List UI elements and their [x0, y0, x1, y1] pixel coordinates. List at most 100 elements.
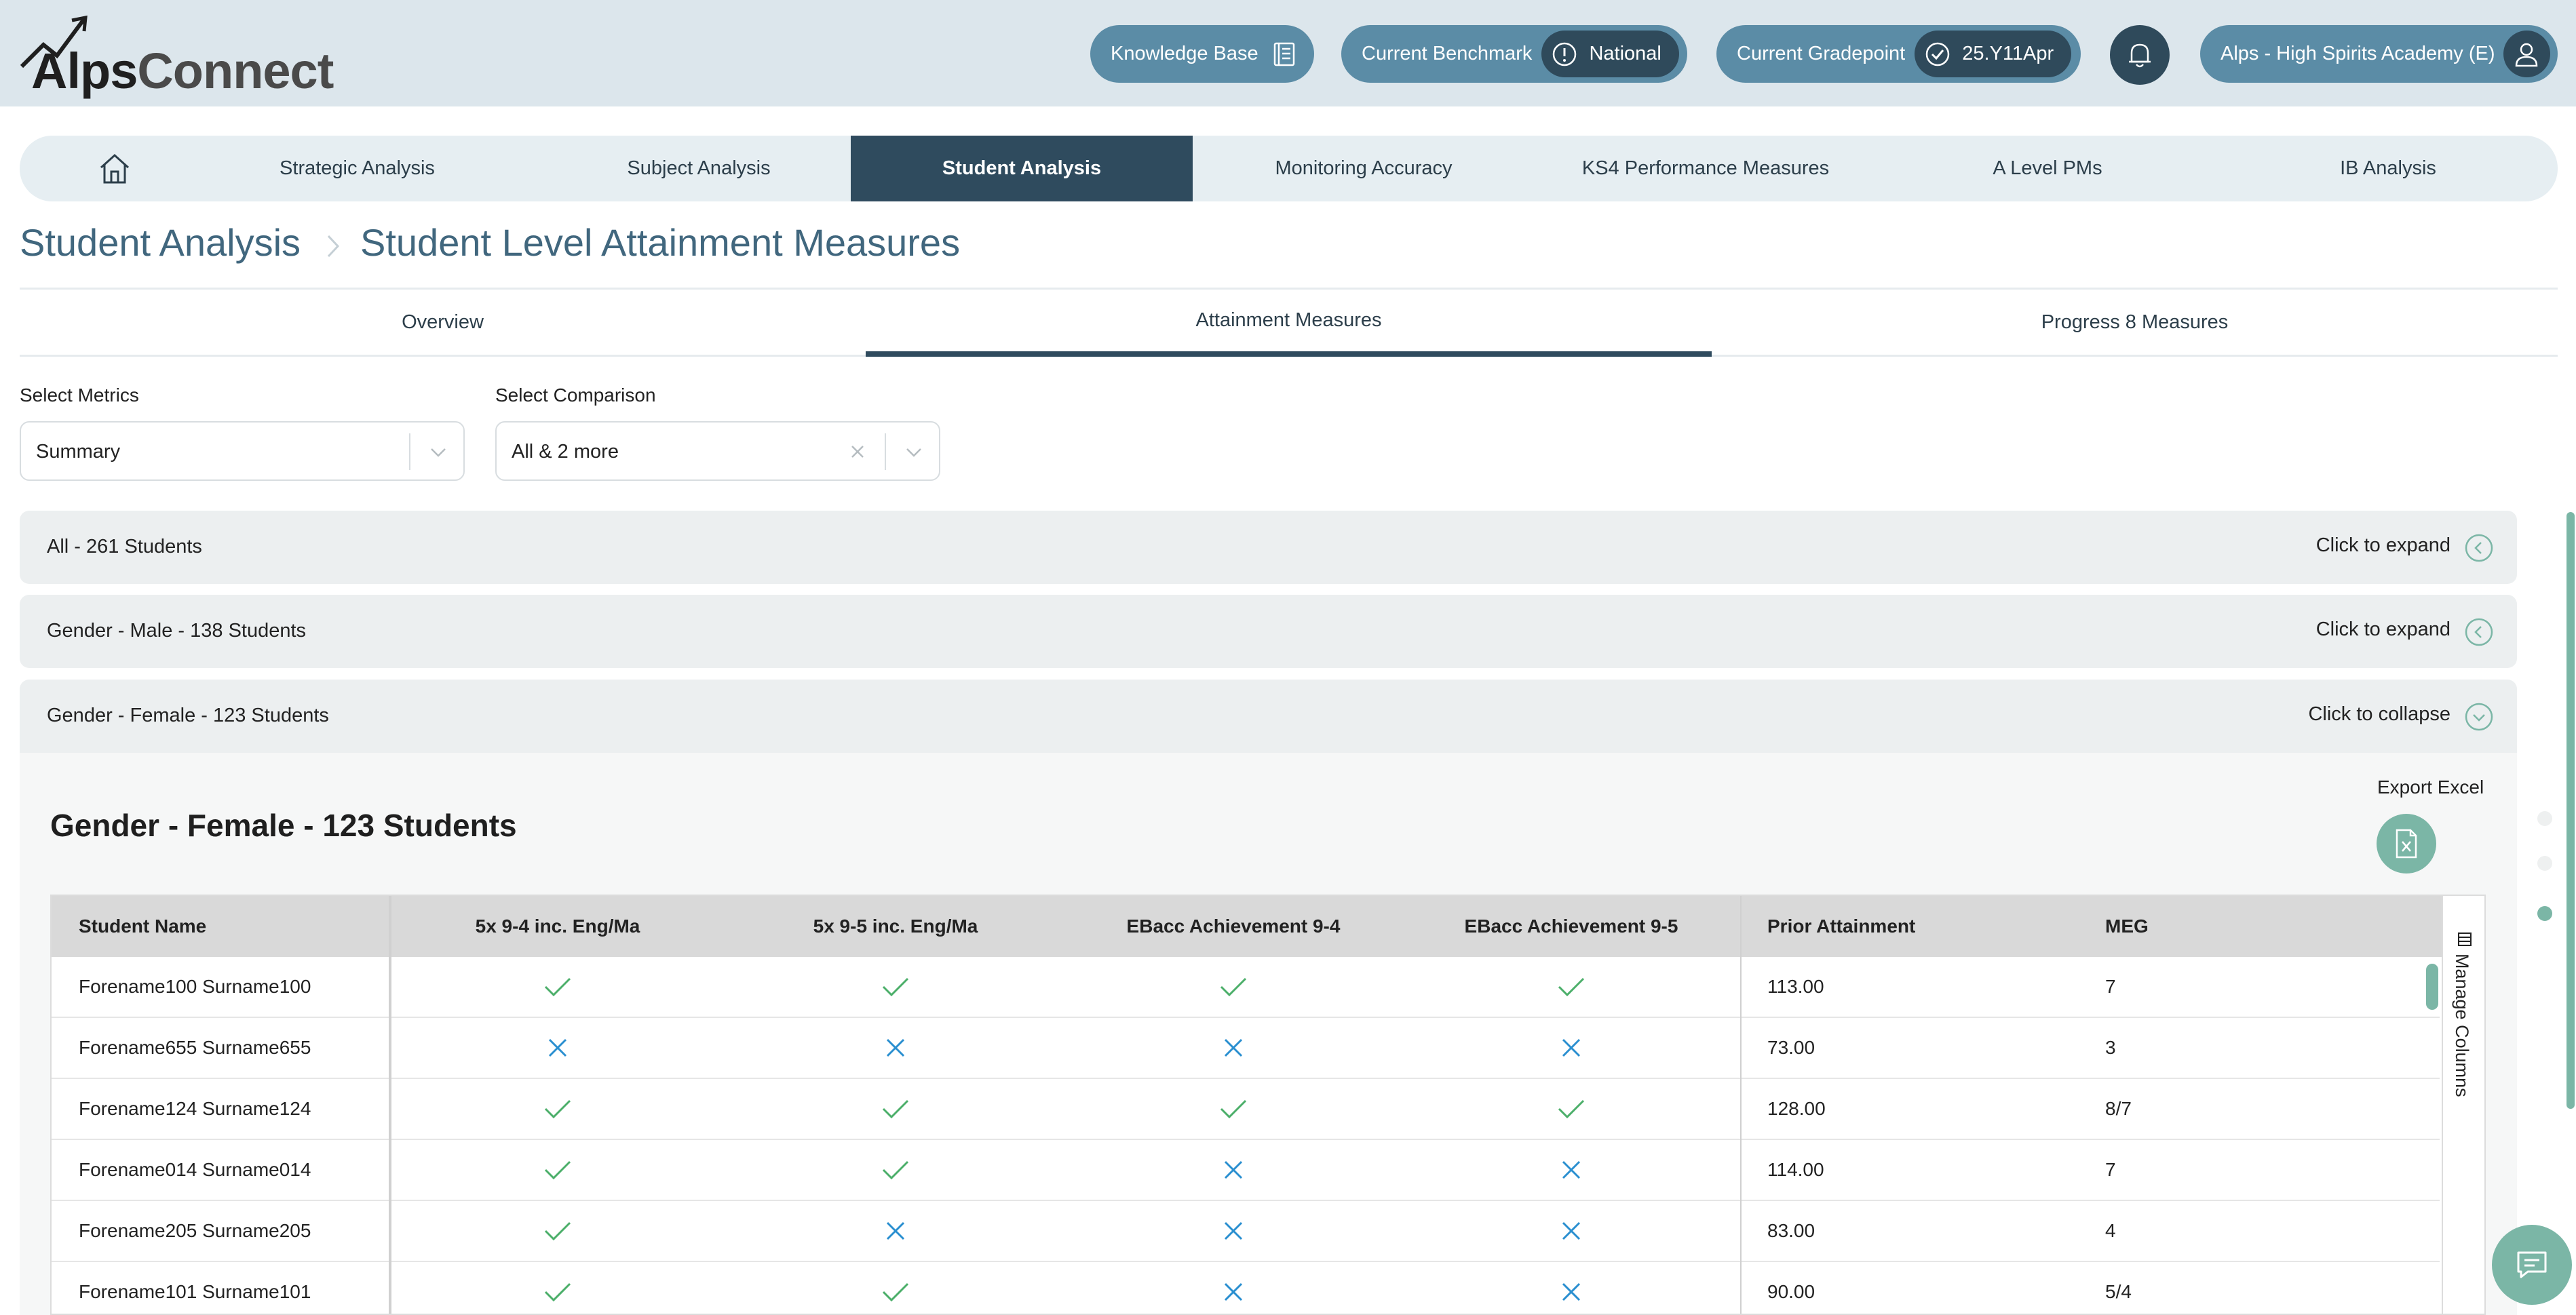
tab-attainment-measures[interactable]: Attainment Measures: [866, 290, 1712, 357]
group-title: All - 261 Students: [47, 536, 202, 557]
nav-home[interactable]: [47, 136, 182, 201]
metrics-label: Select Metrics: [20, 385, 139, 406]
book-icon: [1273, 42, 1294, 66]
page-title: Student Level Attainment Measures: [360, 221, 961, 264]
expand-label[interactable]: Click to expand: [2316, 534, 2450, 557]
attainment-table: Student Name 5x 9-4 inc. Eng/Ma 5x 9-5 i…: [50, 895, 2486, 1315]
chevron-left-circle-icon[interactable]: [2464, 533, 2494, 563]
col-student-name[interactable]: Student Name: [52, 896, 389, 957]
clear-icon[interactable]: [848, 442, 867, 461]
meg-value: 4: [2105, 1220, 2116, 1241]
chevron-right-icon: [327, 235, 340, 258]
comparison-select[interactable]: All & 2 more: [495, 421, 940, 481]
knowledge-base-button[interactable]: Knowledge Base: [1090, 25, 1314, 83]
nav-strategic-analysis[interactable]: Strategic Analysis: [187, 136, 528, 201]
cross-icon: [1064, 1201, 1402, 1261]
frozen-column-divider: [389, 896, 391, 1314]
prior-attainment: 114.00: [1767, 1159, 1824, 1180]
benchmark-value-chip[interactable]: National: [1541, 31, 1679, 77]
brand-part-2: Connect: [137, 43, 334, 99]
tab-progress-8-measures[interactable]: Progress 8 Measures: [1712, 290, 2558, 355]
student-name: Forename100 Surname100: [79, 976, 311, 997]
table-row[interactable]: Forename655 Surname655 73.00 3: [52, 1018, 2440, 1079]
table-row[interactable]: Forename100 Surname100 113.00 7: [52, 957, 2440, 1018]
breadcrumb-root[interactable]: Student Analysis: [20, 220, 301, 264]
nav-subject-analysis[interactable]: Subject Analysis: [528, 136, 870, 201]
chevron-down-icon[interactable]: [904, 446, 924, 459]
student-name: Forename205 Surname205: [79, 1220, 311, 1241]
check-icon: [1402, 1079, 1740, 1139]
check-icon: [1402, 957, 1740, 1017]
brand-wordmark: AlpsConnect: [31, 42, 334, 100]
avatar[interactable]: [2503, 31, 2550, 77]
check-icon: [727, 957, 1064, 1017]
school-name: Alps - High Spirits Academy (E): [2221, 43, 2495, 64]
table-row[interactable]: Forename101 Surname101 90.00 5/4: [52, 1262, 2440, 1314]
meg-value: 5/4: [2105, 1281, 2132, 1302]
col-ebacc-9-4[interactable]: EBacc Achievement 9-4: [1064, 896, 1402, 957]
prior-attainment: 113.00: [1767, 976, 1824, 997]
chat-button[interactable]: [2492, 1225, 2572, 1305]
section-dot[interactable]: [2537, 811, 2552, 826]
table-scroll-thumb[interactable]: [2426, 964, 2438, 1010]
excel-file-icon: [2396, 829, 2417, 859]
select-divider: [409, 433, 410, 470]
check-icon: [727, 1140, 1064, 1200]
page-scroll-thumb[interactable]: [2567, 512, 2575, 1109]
section-dot[interactable]: [2537, 856, 2552, 871]
meg-value: 7: [2105, 976, 2116, 997]
manage-columns-button[interactable]: Manage Columns: [2442, 896, 2484, 1314]
table-row[interactable]: Forename205 Surname205 83.00 4: [52, 1201, 2440, 1262]
nav-ib-analysis[interactable]: IB Analysis: [2218, 136, 2558, 201]
student-name: Forename014 Surname014: [79, 1159, 311, 1180]
meg-value: 7: [2105, 1159, 2116, 1180]
check-icon: [389, 1201, 727, 1261]
group-gender-female[interactable]: Gender - Female - 123 Students Click to …: [20, 680, 2517, 753]
expand-label[interactable]: Click to expand: [2316, 619, 2450, 641]
alps-connect-logo[interactable]: AlpsConnect: [19, 15, 334, 99]
nav-ks4-performance-measures[interactable]: KS4 Performance Measures: [1535, 136, 1877, 201]
group-title: Gender - Female - 123 Students: [47, 705, 329, 726]
section-dot-active[interactable]: [2537, 906, 2552, 921]
col-ebacc-9-5[interactable]: EBacc Achievement 9-5: [1402, 896, 1740, 957]
gradepoint-selector[interactable]: Current Gradepoint 25.Y11Apr: [1716, 25, 2081, 83]
nav-student-analysis[interactable]: Student Analysis: [851, 136, 1193, 201]
col-meg[interactable]: MEG: [2078, 896, 2442, 957]
chevron-left-circle-icon[interactable]: [2464, 617, 2494, 647]
check-icon: [389, 1079, 727, 1139]
table-row[interactable]: Forename014 Surname014 114.00 7: [52, 1140, 2440, 1201]
gradepoint-value-chip[interactable]: 25.Y11Apr: [1915, 31, 2072, 77]
chevron-down-circle-icon[interactable]: [2464, 702, 2494, 732]
column-divider: [1740, 896, 1742, 1314]
benchmark-selector[interactable]: Current Benchmark National: [1341, 25, 1687, 83]
group-panel-female: Gender - Female - 123 Students Export Ex…: [20, 753, 2517, 1315]
select-divider: [885, 433, 886, 470]
group-all[interactable]: All - 261 Students Click to expand: [20, 511, 2517, 584]
table-row[interactable]: Forename124 Surname124 128.00 8/7: [52, 1079, 2440, 1140]
notifications-button[interactable]: [2110, 25, 2170, 85]
export-excel-button[interactable]: [2377, 814, 2436, 874]
gradepoint-label: Current Gradepoint: [1737, 43, 1906, 64]
cross-icon: [1402, 1262, 1740, 1314]
col-5x-9-5[interactable]: 5x 9-5 inc. Eng/Ma: [727, 896, 1064, 957]
nav-monitoring-accuracy[interactable]: Monitoring Accuracy: [1193, 136, 1535, 201]
sub-tabs: Overview Attainment Measures Progress 8 …: [20, 288, 2558, 357]
collapse-label[interactable]: Click to collapse: [2308, 703, 2450, 726]
comparison-label: Select Comparison: [495, 385, 656, 406]
chevron-down-icon[interactable]: [428, 446, 448, 459]
group-gender-male[interactable]: Gender - Male - 138 Students Click to ex…: [20, 595, 2517, 668]
check-circle-icon: [1926, 42, 1950, 66]
check-icon: [727, 1262, 1064, 1314]
home-icon: [100, 153, 130, 183]
col-prior-attainment[interactable]: Prior Attainment: [1740, 896, 2078, 957]
tab-overview[interactable]: Overview: [20, 290, 866, 355]
col-5x-9-4[interactable]: 5x 9-4 inc. Eng/Ma: [389, 896, 727, 957]
prior-attainment: 83.00: [1767, 1220, 1815, 1241]
check-icon: [727, 1079, 1064, 1139]
check-icon: [1064, 1079, 1402, 1139]
school-account-button[interactable]: Alps - High Spirits Academy (E): [2200, 25, 2558, 83]
metrics-select[interactable]: Summary: [20, 421, 465, 481]
nav-a-level-pms[interactable]: A Level PMs: [1877, 136, 2218, 201]
info-circle-icon: [1553, 42, 1577, 66]
check-icon: [389, 1140, 727, 1200]
